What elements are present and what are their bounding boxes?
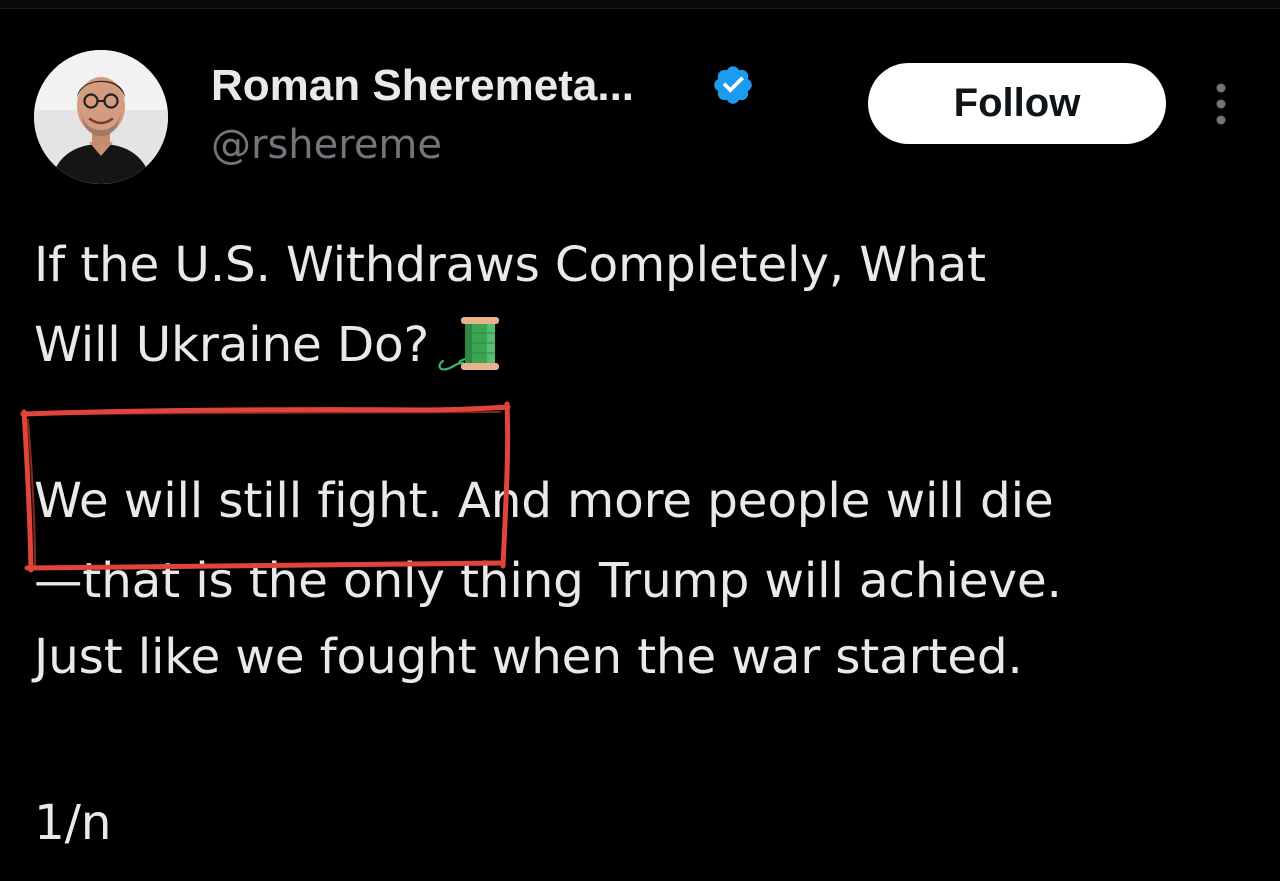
top-edge [0,0,1280,9]
spool-of-thread-icon [438,317,500,371]
tweet-line: If the U.S. Withdraws Completely, What [34,237,986,293]
thread-counter: 1/n [34,795,112,851]
follow-button[interactable]: Follow [868,63,1166,144]
tweet-line: —that is the only thing Trump will achie… [34,553,1062,609]
tweet-line: We will still fight. And more people wil… [34,473,1054,529]
tweet-line: Just like we fought when the war started… [34,629,1023,685]
author-handle[interactable]: @rshereme [211,120,442,170]
tweet-line-with-emoji: Will Ukraine Do? [34,305,503,385]
author-display-name[interactable]: Roman Sheremeta... [211,60,634,112]
avatar[interactable] [34,50,168,184]
more-options-icon[interactable] [1212,81,1230,127]
tweet-line-text: Will Ukraine Do? [34,317,430,373]
verified-badge-icon [714,66,752,104]
